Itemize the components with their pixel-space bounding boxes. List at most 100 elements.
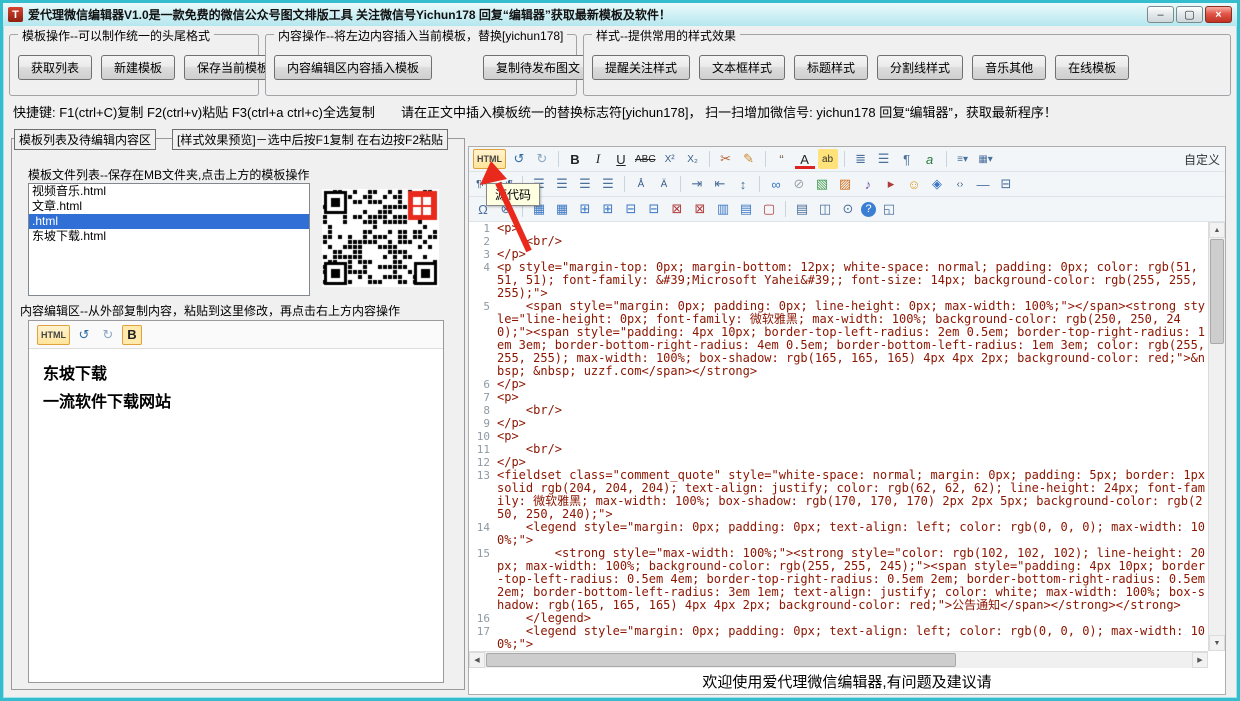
file-list-item[interactable]: .html (29, 214, 309, 229)
undo-icon[interactable]: ↺ (509, 149, 529, 169)
button-标题样式[interactable]: 标题样式 (794, 55, 869, 80)
close-button[interactable]: × (1205, 6, 1232, 23)
align-right-icon[interactable]: ☰ (575, 174, 595, 194)
fullscreen-icon[interactable]: ◱ (879, 199, 899, 219)
content-edit-area[interactable]: HTML ↺ ↻ B 东坡下载 一流软件下载网站 (28, 320, 444, 683)
unlink-icon[interactable]: ⊘ (789, 174, 809, 194)
button-音乐其他[interactable]: 音乐其他 (972, 55, 1047, 80)
print-icon[interactable]: ▤ (792, 199, 812, 219)
html-source-button[interactable]: HTML (473, 149, 506, 169)
insert-col-left-icon[interactable]: ⊟ (621, 199, 641, 219)
remove-format-icon[interactable]: ✂ (716, 149, 736, 169)
custom-template-label[interactable]: 自定义 (1183, 149, 1221, 169)
button-获取列表[interactable]: 获取列表 (18, 55, 93, 80)
vertical-scroll-thumb[interactable] (1210, 239, 1224, 344)
code-line: 5 <span style="margin: 0px; padding: 0px… (469, 300, 1208, 378)
line-number: 12 (476, 456, 490, 469)
redo-icon[interactable]: ↻ (98, 325, 118, 345)
blockquote-icon[interactable]: “ (772, 149, 792, 169)
bold-button[interactable]: B (122, 324, 142, 345)
bold-icon[interactable]: B (565, 149, 585, 169)
code-text: <br/> (497, 442, 563, 456)
button-复制待发布图文[interactable]: 复制待发布图文 (483, 55, 594, 80)
line-number: 7 (483, 391, 490, 404)
outdent-icon[interactable]: ⇤ (710, 174, 730, 194)
align-justify-icon[interactable]: ☰ (598, 174, 618, 194)
button-提醒关注样式[interactable]: 提醒关注样式 (592, 55, 691, 80)
code-text: <strong style="max-width: 100%;"><strong… (497, 546, 1206, 612)
subscript-icon[interactable]: X₂ (683, 149, 703, 169)
paragraph-icon[interactable]: ¶ (897, 149, 917, 169)
insert-row-below-icon[interactable]: ⊞ (598, 199, 618, 219)
scroll-up-arrow[interactable]: ▲ (1209, 222, 1225, 238)
indent-icon[interactable]: ⇥ (687, 174, 707, 194)
template-file-list[interactable]: 视频音乐.html 文章.html .html 东坡下载.html (28, 183, 310, 296)
scroll-down-arrow[interactable]: ▼ (1209, 635, 1225, 651)
code-line: 6 </p> (469, 378, 1208, 392)
uppercase-icon[interactable]: Å (631, 174, 651, 194)
line-number: 6 (483, 378, 490, 391)
music-icon[interactable]: ♪ (858, 174, 878, 194)
media-dropdown-icon[interactable]: ▦▾ (976, 149, 996, 169)
emoji-icon[interactable]: ☺ (904, 174, 924, 194)
merge-cells-icon[interactable]: ▥ (713, 199, 733, 219)
toolbar-separator (624, 176, 625, 192)
file-list-item[interactable]: 视频音乐.html (29, 184, 309, 199)
insert-col-right-icon[interactable]: ⊟ (644, 199, 664, 219)
mini-editor-content[interactable]: 东坡下载 一流软件下载网站 (29, 349, 443, 429)
redo-icon[interactable]: ↻ (532, 149, 552, 169)
preview-icon[interactable]: ◫ (815, 199, 835, 219)
anchor-icon[interactable]: a (920, 149, 940, 169)
superscript-icon[interactable]: X² (660, 149, 680, 169)
help-icon[interactable]: ? (861, 201, 876, 217)
delete-row-icon[interactable]: ⊠ (667, 199, 687, 219)
underline-icon[interactable]: U (611, 149, 631, 169)
unordered-list-icon[interactable]: ☰ (874, 149, 894, 169)
code-text: <legend style="margin: 0px; padding: 0px… (497, 520, 1206, 547)
titlebar[interactable]: T 爱代理微信编辑器V1.0是一款免费的微信公众号图文排版工具 关注微信号Yic… (3, 3, 1237, 26)
horizontal-scrollbar[interactable]: ◀ ▶ (469, 651, 1208, 668)
button-内容编辑区内容插入模板[interactable]: 内容编辑区内容插入模板 (274, 55, 433, 80)
html-source-button[interactable]: HTML (37, 324, 70, 345)
flash-icon[interactable]: ▨ (835, 174, 855, 194)
video-icon[interactable]: ▸ (881, 174, 901, 194)
table-props-icon[interactable]: ▦ (552, 199, 572, 219)
insert-row-above-icon[interactable]: ⊞ (575, 199, 595, 219)
font-color-icon[interactable]: A (794, 152, 815, 169)
app-icon: T (8, 7, 23, 22)
delete-col-icon[interactable]: ⊠ (690, 199, 710, 219)
image-icon[interactable]: ▧ (812, 174, 832, 194)
button-分割线样式[interactable]: 分割线样式 (877, 55, 964, 80)
hr-icon[interactable]: — (973, 174, 993, 194)
file-list-item[interactable]: 文章.html (29, 199, 309, 214)
scroll-right-arrow[interactable]: ▶ (1192, 652, 1208, 668)
undo-icon[interactable]: ↺ (74, 325, 94, 345)
italic-icon[interactable]: I (588, 149, 608, 169)
map-icon[interactable]: ◈ (927, 174, 947, 194)
strikethrough-icon[interactable]: ABC (634, 149, 657, 169)
lowercase-icon[interactable]: Ä (654, 174, 674, 194)
ordered-list-icon[interactable]: ≣ (851, 149, 871, 169)
file-list-item[interactable]: 东坡下载.html (29, 229, 309, 244)
template-operations-group: 模板操作--可以制作统一的头尾格式 获取列表 新建模板 保存当前模板 (9, 27, 283, 96)
code-icon[interactable]: ‹› (950, 174, 970, 194)
scroll-left-arrow[interactable]: ◀ (469, 652, 485, 668)
search-icon[interactable]: ⊙ (838, 199, 858, 219)
minimize-button[interactable]: – (1147, 6, 1174, 23)
button-文本框样式[interactable]: 文本框样式 (699, 55, 786, 80)
source-code-area[interactable]: 1 <p> 2 <br/> 3 </p> 4 <p style="margin-top: 0… (469, 222, 1208, 651)
align-center-icon[interactable]: ☰ (552, 174, 572, 194)
delete-table-icon[interactable]: ▢ (759, 199, 779, 219)
horizontal-scroll-thumb[interactable] (486, 653, 956, 667)
button-在线模板[interactable]: 在线模板 (1055, 55, 1130, 80)
vertical-scrollbar[interactable]: ▲ ▼ (1208, 222, 1225, 651)
highlight-color-icon[interactable]: ab (817, 149, 838, 169)
line-height-icon[interactable]: ↕ (733, 174, 753, 194)
page-break-icon[interactable]: ⊟ (996, 174, 1016, 194)
button-新建模板[interactable]: 新建模板 (101, 55, 176, 80)
link-icon[interactable]: ∞ (766, 174, 786, 194)
format-brush-icon[interactable]: ✎ (739, 149, 759, 169)
split-cells-icon[interactable]: ▤ (736, 199, 756, 219)
align-dropdown-icon[interactable]: ≡▾ (953, 149, 973, 169)
maximize-button[interactable]: ▢ (1176, 6, 1203, 23)
